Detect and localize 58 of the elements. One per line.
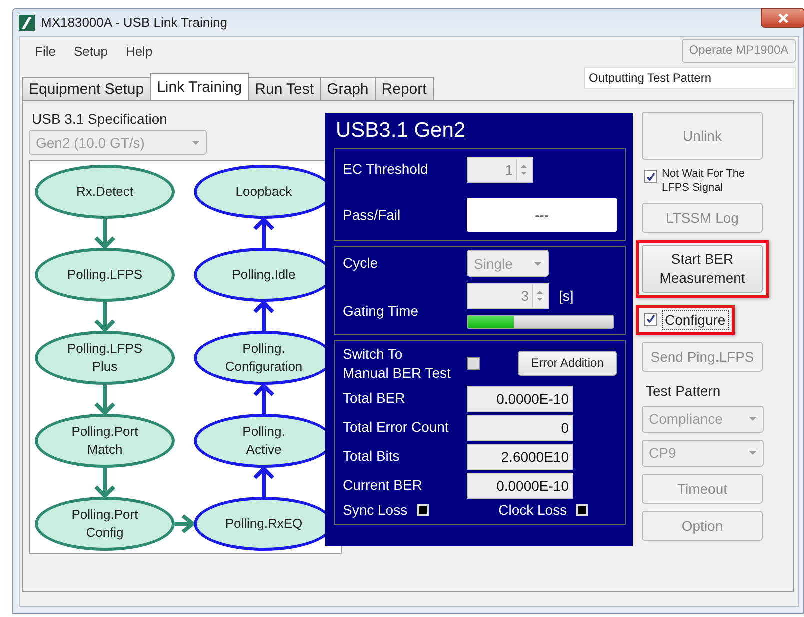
field-label: Total BER <box>343 389 406 408</box>
value-field: 0 <box>467 414 573 441</box>
unit-label: [s] <box>559 288 574 304</box>
field-label: Pass/Fail <box>343 206 402 225</box>
caret-icon <box>749 417 757 422</box>
flow-arrow <box>94 466 116 499</box>
close-button[interactable] <box>761 8 804 28</box>
caret-icon <box>749 451 757 456</box>
flow-arrow <box>94 300 116 333</box>
specification-label: USB 3.1 Specification <box>32 111 168 127</box>
error-addition-button[interactable]: Error Addition <box>518 351 617 376</box>
checkbox[interactable] <box>467 357 480 370</box>
value-field: 0.0000E-10 <box>467 472 573 499</box>
flow-arrow <box>253 217 275 250</box>
action-button[interactable]: Start BER Measurement <box>642 244 763 293</box>
state-node: Rx.Detect <box>35 165 175 219</box>
state-node: Polling.Port Config <box>35 497 175 551</box>
checkbox-label: Configure <box>662 310 729 330</box>
tab[interactable]: Equipment Setup <box>22 77 152 100</box>
tab[interactable]: Graph <box>320 77 376 100</box>
caret-icon <box>534 262 542 266</box>
status-field: Outputting Test Pattern <box>584 67 796 89</box>
field-label: Cycle <box>343 254 380 273</box>
field-label: Current BER <box>343 476 424 496</box>
value-field: 2.6000E10 <box>467 444 573 470</box>
field-label: Gating Time <box>343 302 420 320</box>
window-title: MX183000A - USB Link Training <box>41 15 228 30</box>
tab[interactable]: Run Test <box>248 77 322 100</box>
flow-arrow <box>253 383 275 416</box>
panel-title: USB3.1 Gen2 <box>336 119 466 143</box>
state-node: Polling.Port Match <box>35 414 175 468</box>
app-logo-icon <box>19 14 35 30</box>
checkbox[interactable] <box>644 170 657 183</box>
value-field: 0.0000E-10 <box>467 386 573 412</box>
flow-arrow <box>253 300 275 333</box>
section-label: Test Pattern <box>645 382 722 399</box>
tab[interactable]: Link Training <box>150 73 250 100</box>
checkbox-label: Not Wait For The LFPS Signal <box>662 167 746 196</box>
caret-icon <box>192 140 200 144</box>
checkbox[interactable] <box>644 312 657 326</box>
pass-fail-field: --- <box>467 198 617 232</box>
indicator-label: Clock Loss <box>498 502 568 518</box>
state-node: Polling.LFPS <box>35 248 175 302</box>
tab[interactable]: Report <box>374 77 434 100</box>
flow-arrow <box>173 514 196 534</box>
flow-arrow <box>94 383 116 416</box>
indicator-label: Sync Loss <box>343 502 408 518</box>
close-icon <box>778 12 788 24</box>
field-label: Total Bits <box>343 447 401 466</box>
field-label: EC Threshold <box>343 160 430 180</box>
flow-arrow <box>94 217 116 250</box>
menu-item[interactable]: File <box>26 44 65 58</box>
field-label: Switch To Manual BER Test <box>343 345 452 383</box>
state-node: Polling.LFPS Plus <box>35 331 175 385</box>
field-label: Total Error Count <box>343 418 450 438</box>
menu-item[interactable]: Help <box>116 44 162 58</box>
menu-item[interactable]: Setup <box>64 44 117 58</box>
flow-arrow <box>253 466 275 499</box>
